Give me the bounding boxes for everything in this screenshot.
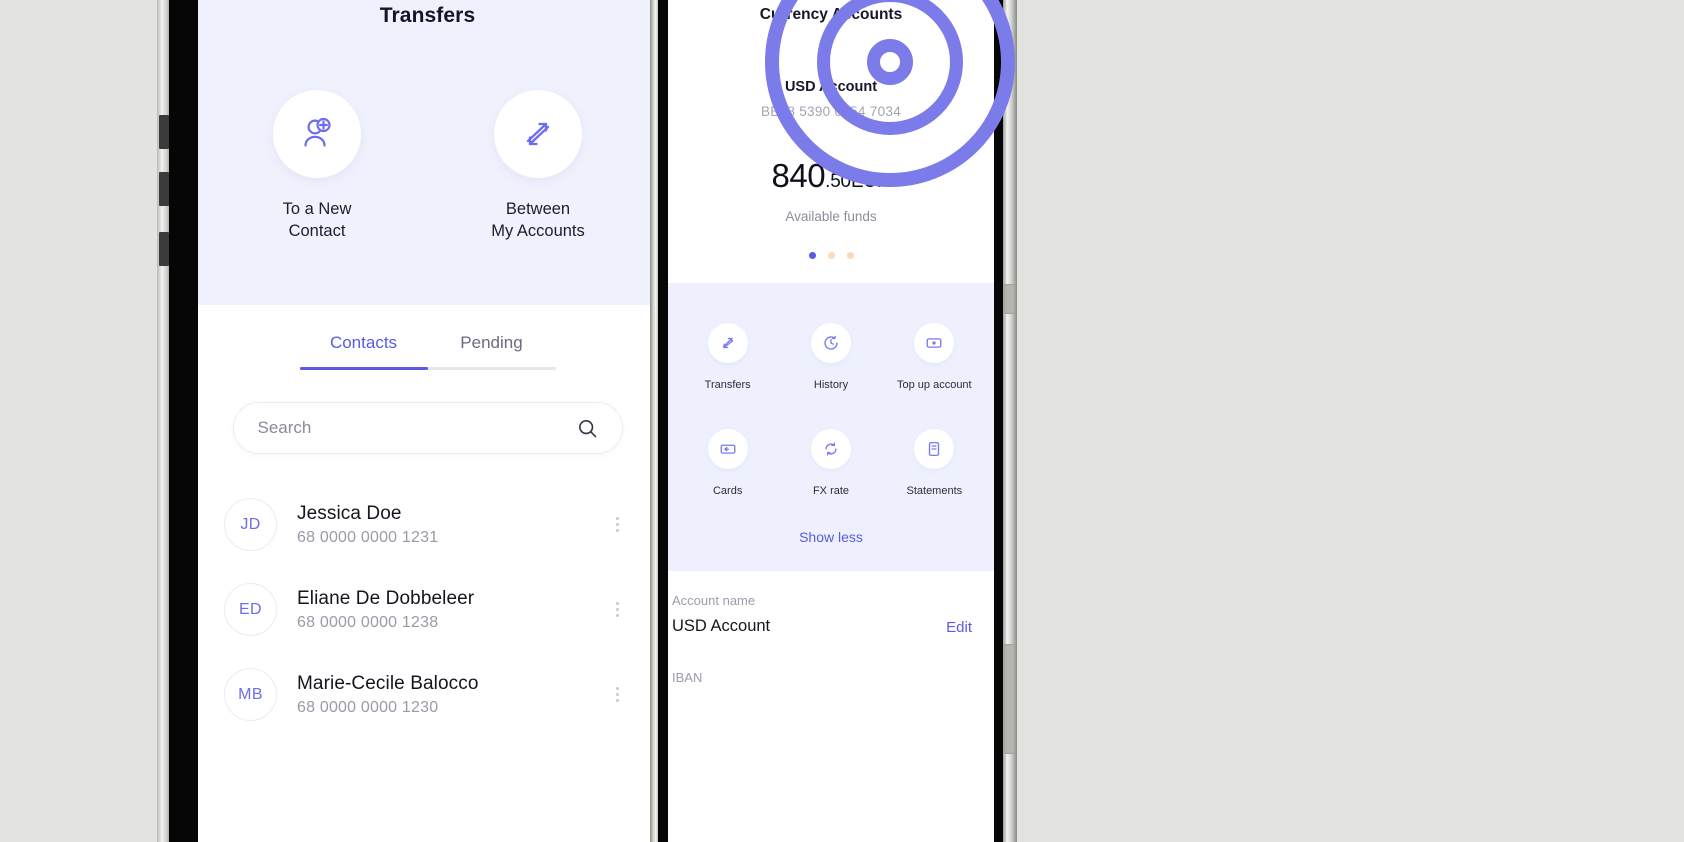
pager-dot-3[interactable] xyxy=(846,252,854,259)
tab-pending[interactable]: Pending xyxy=(428,333,556,367)
quick-action-new-contact-label: To a New Contact xyxy=(250,198,385,243)
tabs-row: Contacts Pending xyxy=(198,333,657,367)
actions-row-1: Transfers History Top up account xyxy=(668,313,994,397)
right-phone-power-button[interactable] xyxy=(1004,644,1015,754)
screenshot-stage: Transfers To a New Contact Between My Ac… xyxy=(0,0,1684,842)
account-name-label: Account name xyxy=(672,593,756,608)
contact-row-marie-cecile-balocco[interactable]: MB Marie-Cecile Balocco 68 0000 0000 123… xyxy=(198,652,657,737)
statements-icon-circle xyxy=(914,429,955,469)
contact-name: Eliane De Dobbeleer xyxy=(297,587,475,609)
page-title: Transfers xyxy=(379,4,476,27)
history-clock-icon xyxy=(824,335,838,350)
contacts-list: JD Jessica Doe 68 0000 0000 1231 ED Elia… xyxy=(198,482,657,737)
top-up-card-icon-circle xyxy=(914,323,955,363)
actions-row-2: Cards FX rate Statements xyxy=(668,419,994,503)
add-person-icon xyxy=(304,117,331,147)
quick-action-between-accounts-label: Between My Accounts xyxy=(471,198,606,243)
left-phone-volume-down-button[interactable] xyxy=(159,172,169,206)
left-phone-volume-up-button[interactable] xyxy=(159,115,169,149)
action-label: Transfers xyxy=(704,379,751,391)
right-phone-screen: 9:41 Currency Accounts USD Account BE68 … xyxy=(668,0,994,842)
contact-text: Marie-Cecile Balocco 68 0000 0000 1230 xyxy=(297,673,606,717)
action-top-up-account[interactable]: Top up account xyxy=(883,323,986,391)
label-line-2: My Accounts xyxy=(491,222,585,241)
contact-name: Marie-Cecile Balocco xyxy=(297,672,479,694)
left-phone-device: Transfers To a New Contact Between My Ac… xyxy=(157,0,657,842)
tab-indicator-active xyxy=(299,367,428,370)
search-icon[interactable] xyxy=(577,418,598,439)
contact-row-eliane-de-dobbeleer[interactable]: ED Eliane De Dobbeleer 68 0000 0000 1238 xyxy=(198,567,657,652)
contact-more-menu-icon[interactable] xyxy=(606,683,629,707)
account-name-heading: USD Account xyxy=(784,79,878,95)
transfer-arrows-icon xyxy=(526,122,550,146)
balance-major: 840 xyxy=(771,157,826,194)
account-pager-dots[interactable] xyxy=(668,252,994,259)
contacts-panel: Contacts Pending JD Jessica Doe xyxy=(198,333,657,737)
account-name-row: USD Account Edit xyxy=(672,608,972,636)
search-field[interactable] xyxy=(232,402,623,454)
account-balance: 840.50EUR xyxy=(668,157,994,195)
contact-account: 68 0000 0000 1230 xyxy=(297,698,439,716)
contact-row-jessica-doe[interactable]: JD Jessica Doe 68 0000 0000 1231 xyxy=(198,482,657,567)
top-up-card-icon xyxy=(926,338,942,348)
cards-icon-circle xyxy=(707,429,748,469)
contact-text: Jessica Doe 68 0000 0000 1231 xyxy=(297,503,606,547)
quick-action-between-accounts[interactable]: Between My Accounts xyxy=(471,90,606,243)
transfer-arrows-icon-circle xyxy=(494,90,582,178)
balance-minor: .50 xyxy=(825,171,851,192)
edit-account-name-link[interactable]: Edit xyxy=(946,619,972,636)
cards-icon xyxy=(720,444,736,454)
action-label: Top up account xyxy=(897,379,972,391)
currency-accounts-title: Currency Accounts xyxy=(759,6,903,23)
contact-name: Jessica Doe xyxy=(297,502,402,524)
search-input[interactable] xyxy=(257,418,577,438)
label-line-1: To a New xyxy=(282,200,352,218)
fx-rate-icon-circle xyxy=(810,429,851,469)
action-history[interactable]: History xyxy=(779,323,882,391)
contact-more-menu-icon[interactable] xyxy=(606,513,629,537)
action-statements[interactable]: Statements xyxy=(883,429,986,497)
transfer-arrows-icon-circle xyxy=(707,323,748,363)
action-label: Cards xyxy=(712,485,743,497)
right-phone-side-button-small[interactable] xyxy=(1004,284,1015,314)
balance-caption: Available funds xyxy=(785,209,877,224)
show-less-link[interactable]: Show less xyxy=(668,503,994,551)
label-line-1: Between xyxy=(505,200,571,218)
action-label: FX rate xyxy=(812,485,850,497)
fx-rate-icon xyxy=(825,442,837,456)
add-person-icon-circle xyxy=(273,90,361,178)
action-cards[interactable]: Cards xyxy=(676,429,779,497)
right-phone-device: 9:41 Currency Accounts USD Account BE68 … xyxy=(650,0,1040,842)
statements-icon xyxy=(929,441,940,457)
pager-dot-1[interactable] xyxy=(808,252,816,259)
action-label: Statements xyxy=(906,485,963,497)
left-phone-silent-switch[interactable] xyxy=(159,232,169,266)
action-fx-rate[interactable]: FX rate xyxy=(779,429,882,497)
account-name-value: USD Account xyxy=(672,617,771,635)
contact-account: 68 0000 0000 1238 xyxy=(297,613,439,631)
action-transfers[interactable]: Transfers xyxy=(676,323,779,391)
avatar: JD xyxy=(224,498,277,551)
avatar: MB xyxy=(224,668,277,721)
action-label: History xyxy=(813,379,849,391)
account-iban: BE68 5390 0754 7034 xyxy=(760,104,902,119)
left-phone-screen: Transfers To a New Contact Between My Ac… xyxy=(198,0,657,842)
tab-contacts[interactable]: Contacts xyxy=(300,333,428,367)
transfers-header-panel: Transfers To a New Contact Between My Ac… xyxy=(198,0,657,305)
label-line-2: Contact xyxy=(288,222,346,241)
quick-actions-row: To a New Contact Between My Accounts xyxy=(198,90,657,243)
tab-indicator-track xyxy=(299,367,556,370)
pager-dot-2[interactable] xyxy=(827,252,835,259)
avatar: ED xyxy=(224,583,277,636)
balance-currency: EUR xyxy=(850,171,891,192)
contact-text: Eliane De Dobbeleer 68 0000 0000 1238 xyxy=(297,588,606,632)
account-actions-grid: Transfers History Top up account Cards F… xyxy=(668,283,994,571)
quick-action-new-contact[interactable]: To a New Contact xyxy=(250,90,385,243)
iban-label: IBAN xyxy=(672,670,703,685)
contact-more-menu-icon[interactable] xyxy=(606,598,629,622)
account-details-section: Account name USD Account Edit IBAN xyxy=(668,571,994,685)
history-clock-icon-circle xyxy=(810,323,851,363)
contact-account: 68 0000 0000 1231 xyxy=(297,528,439,546)
transfer-arrows-icon xyxy=(722,337,733,349)
